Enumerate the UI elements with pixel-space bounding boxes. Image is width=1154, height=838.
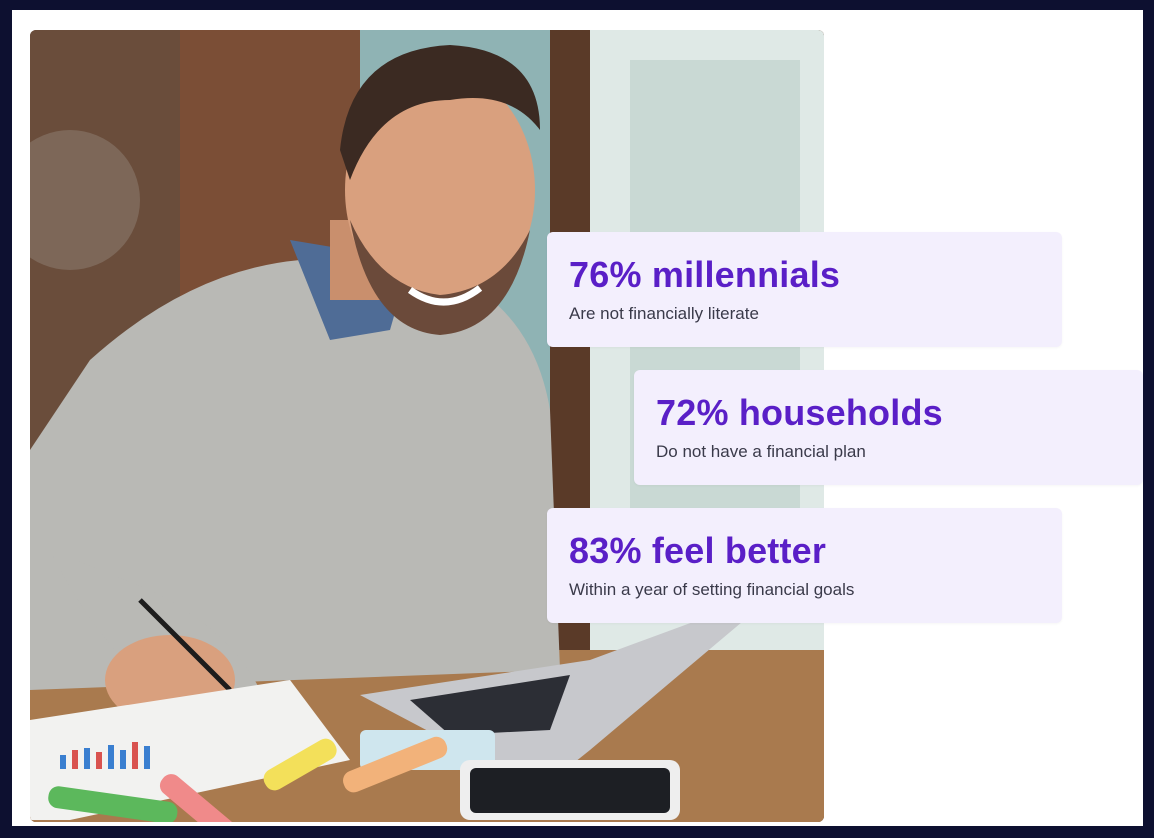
stat-caption: Do not have a financial plan	[656, 442, 866, 461]
stat-caption: Within a year of setting financial goals	[569, 580, 855, 599]
stat-caption: Are not financially literate	[569, 304, 759, 323]
stat-card-feel-better: 83% feel better Within a year of setting…	[547, 508, 1062, 623]
stat-card-households: 72% households Do not have a financial p…	[634, 370, 1143, 485]
content-frame: 76% millennials Are not financially lite…	[12, 10, 1143, 826]
stat-card-millennials: 76% millennials Are not financially lite…	[547, 232, 1062, 347]
stat-headline: 72% households	[656, 392, 943, 433]
stat-headline: 76% millennials	[569, 254, 841, 295]
stat-headline: 83% feel better	[569, 530, 827, 571]
